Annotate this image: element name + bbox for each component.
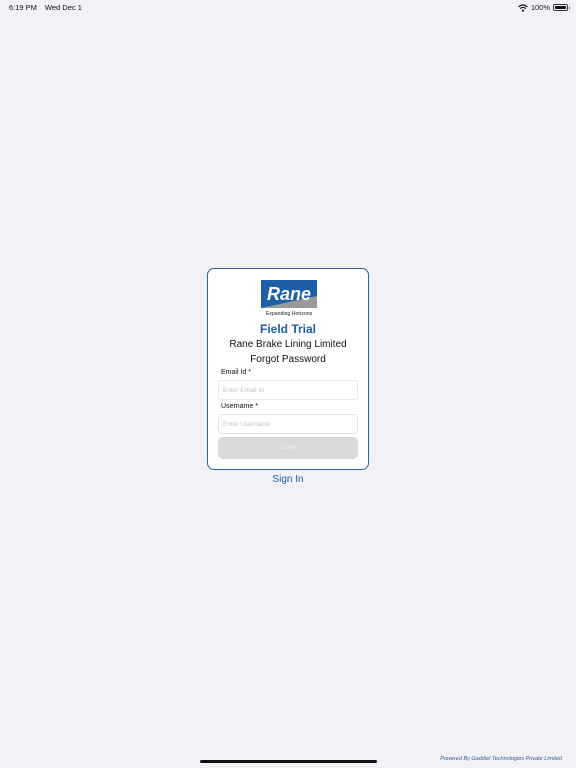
forgot-password-card: Rane Expanding Horizons Field Trial Rane… (207, 268, 369, 470)
sign-in-link[interactable]: Sign In (207, 474, 369, 485)
page-heading: Forgot Password (250, 354, 326, 365)
battery-icon (553, 4, 570, 11)
status-bar: 6:19 PM Wed Dec 1 100% (0, 0, 576, 14)
username-field[interactable] (218, 414, 358, 434)
email-label: Email Id * (221, 369, 251, 376)
username-label: Username * (221, 403, 258, 410)
logo-brand: Rane (267, 284, 311, 304)
email-field[interactable] (218, 380, 358, 400)
status-date: Wed Dec 1 (44, 3, 82, 12)
home-indicator[interactable] (200, 760, 377, 763)
rane-logo: Rane Expanding Horizons (261, 280, 317, 317)
app-title: Field Trial (259, 322, 316, 336)
submit-button[interactable]: Submit (218, 437, 358, 459)
logo-tagline: Expanding Horizons (266, 311, 313, 317)
status-left: 6:19 PM Wed Dec 1 (9, 3, 82, 12)
company-name: Rane Brake Lining Limited (229, 339, 347, 350)
status-right: 100% (517, 3, 570, 12)
powered-by-footer: Powered By Gaddiel Technologies Private … (440, 756, 562, 762)
battery-percent: 100% (530, 3, 550, 12)
status-time: 6:19 PM (9, 3, 37, 12)
wifi-icon (517, 3, 528, 12)
